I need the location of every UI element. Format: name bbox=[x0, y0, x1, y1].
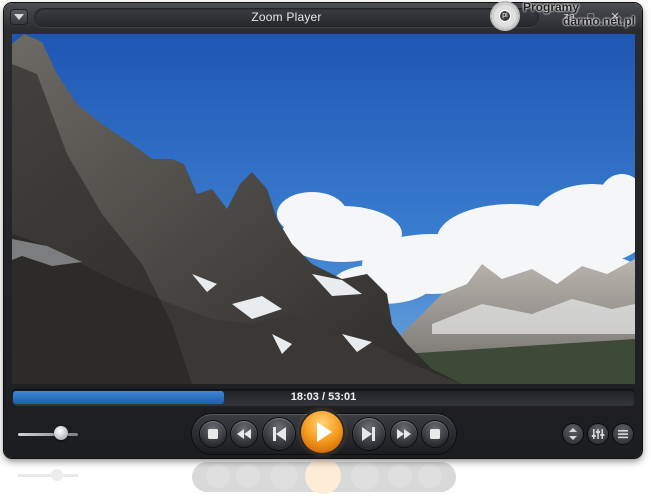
volume-knob[interactable] bbox=[54, 426, 68, 440]
reflection-shapes bbox=[18, 460, 456, 494]
next-button[interactable] bbox=[353, 418, 385, 450]
next-icon bbox=[362, 427, 375, 441]
window-title: Zoom Player bbox=[251, 10, 322, 24]
watermark: pl Programy darmo.net.pl bbox=[489, 0, 649, 34]
main-menu-button[interactable] bbox=[10, 9, 28, 25]
fast-forward-icon bbox=[397, 429, 411, 439]
play-button[interactable] bbox=[301, 411, 343, 453]
gear-logo-icon: pl bbox=[491, 2, 519, 30]
playlist-icon bbox=[618, 430, 628, 439]
volume-slider[interactable] bbox=[18, 433, 78, 436]
playlist-button[interactable] bbox=[613, 424, 633, 444]
rewind-icon bbox=[237, 429, 251, 439]
play-icon bbox=[317, 422, 332, 442]
eject-button[interactable] bbox=[422, 421, 448, 447]
control-bar bbox=[4, 408, 642, 458]
eject-icon bbox=[430, 429, 440, 439]
player-window: Zoom Player za □ ✕ 18:03 / 53:01 bbox=[4, 3, 642, 458]
stop-icon bbox=[208, 429, 218, 439]
rewind-button[interactable] bbox=[231, 421, 257, 447]
previous-button[interactable] bbox=[263, 418, 295, 450]
seek-bar[interactable]: 18:03 / 53:01 bbox=[12, 389, 635, 406]
up-down-icon bbox=[569, 428, 577, 440]
equalizer-button[interactable] bbox=[588, 424, 608, 444]
fast-forward-button[interactable] bbox=[391, 421, 417, 447]
video-frame bbox=[12, 34, 635, 384]
video-area[interactable] bbox=[12, 34, 635, 384]
watermark-line-2: darmo.net.pl bbox=[563, 14, 636, 28]
stop-button[interactable] bbox=[200, 421, 226, 447]
up-down-button[interactable] bbox=[563, 424, 583, 444]
watermark-line-1: Programy bbox=[523, 0, 580, 14]
time-display: 18:03 / 53:01 bbox=[290, 391, 357, 403]
equalizer-icon bbox=[591, 429, 605, 439]
watermark-badge: pl bbox=[500, 11, 510, 21]
control-reflection bbox=[4, 460, 642, 497]
previous-icon bbox=[273, 427, 286, 441]
